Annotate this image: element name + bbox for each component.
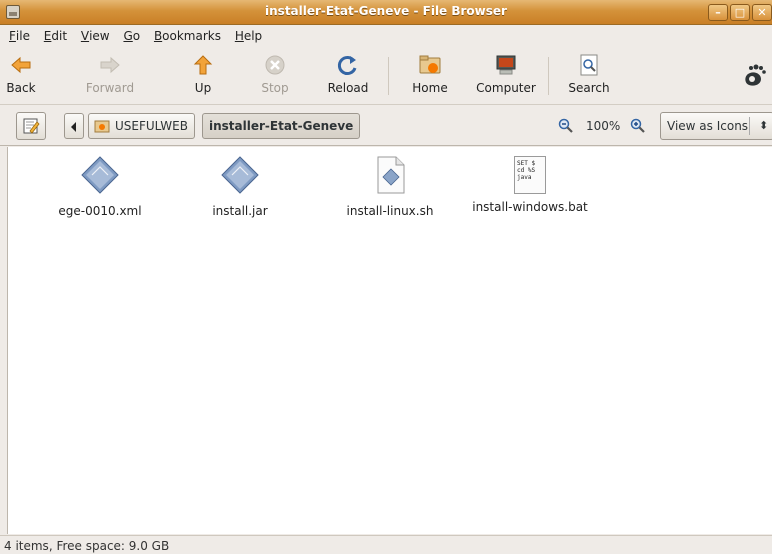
location-bar: USEFULWEB installer-Etat-Geneve (0, 106, 772, 146)
file-item[interactable]: install-linux.sh (330, 155, 450, 218)
home-folder-icon (94, 120, 110, 133)
select-arrows-icon: ⬍ (759, 119, 769, 132)
up-button[interactable]: Up (186, 49, 220, 103)
gnome-logo-icon (745, 64, 766, 86)
xml-file-icon (81, 156, 119, 194)
edit-location-icon (23, 118, 40, 134)
zoom-in-icon[interactable] (630, 118, 646, 134)
reload-icon (337, 56, 357, 75)
zoom-out-icon[interactable] (558, 118, 574, 134)
close-button[interactable]: ✕ (752, 4, 772, 21)
menu-go[interactable]: Go (118, 25, 145, 43)
menu-edit[interactable]: Edit (39, 25, 72, 43)
toggle-location-entry-button[interactable] (16, 112, 46, 140)
stop-icon (265, 55, 285, 75)
status-text: 4 items, Free space: 9.0 GB (4, 539, 170, 553)
path-button-current[interactable]: installer-Etat-Geneve (202, 113, 361, 139)
home-button[interactable]: Home (408, 49, 452, 103)
menu-bar: File Edit View Go Bookmarks Help (0, 25, 772, 49)
toolbar: Back Forward Up Stop Reload Home Compute… (0, 49, 772, 105)
menu-file[interactable]: File (4, 25, 35, 43)
home-folder-icon (419, 55, 441, 74)
zoom-level-label[interactable]: 100% (586, 119, 620, 133)
path-scroll-left-button[interactable] (64, 113, 84, 139)
up-arrow-icon (193, 55, 213, 75)
computer-button[interactable]: Computer (472, 49, 540, 103)
minimize-button[interactable]: – (708, 4, 728, 21)
view-mode-select[interactable]: View as Icons ⬍ (660, 112, 772, 140)
computer-icon (496, 55, 516, 75)
file-item[interactable]: SET $ cd %S java install-windows.bat (470, 155, 590, 214)
search-button[interactable]: Search (564, 49, 614, 103)
shell-script-icon (377, 156, 405, 194)
window-title: installer-Etat-Geneve - File Browser (265, 4, 507, 18)
stop-button[interactable]: Stop (256, 49, 294, 103)
select-divider (749, 117, 750, 135)
chevron-left-icon (71, 122, 76, 132)
status-bar: 4 items, Free space: 9.0 GB (0, 535, 772, 554)
maximize-button[interactable]: □ (730, 4, 750, 21)
file-item[interactable]: ege-0010.xml (40, 155, 160, 218)
toolbar-separator (388, 57, 389, 95)
back-button[interactable]: Back (4, 49, 38, 103)
search-icon (580, 54, 598, 76)
menu-help[interactable]: Help (230, 25, 267, 43)
title-bar[interactable]: installer-Etat-Geneve - File Browser – □… (0, 0, 772, 25)
path-button-usefulweb[interactable]: USEFULWEB (88, 113, 195, 139)
jar-file-icon (221, 156, 259, 194)
forward-arrow-icon (100, 56, 120, 74)
back-arrow-icon (11, 56, 31, 74)
reload-button[interactable]: Reload (324, 49, 372, 103)
batch-preview-text: SET $ cd %S java (517, 160, 536, 181)
file-item[interactable]: install.jar (180, 155, 300, 218)
icon-view[interactable]: ege-0010.xml install.jar install-linux.s… (7, 147, 772, 534)
toolbar-separator (548, 57, 549, 95)
batch-file-icon: SET $ cd %S java (514, 156, 546, 194)
forward-button[interactable]: Forward (80, 49, 140, 103)
menu-bookmarks[interactable]: Bookmarks (149, 25, 226, 43)
menu-view[interactable]: View (76, 25, 115, 43)
